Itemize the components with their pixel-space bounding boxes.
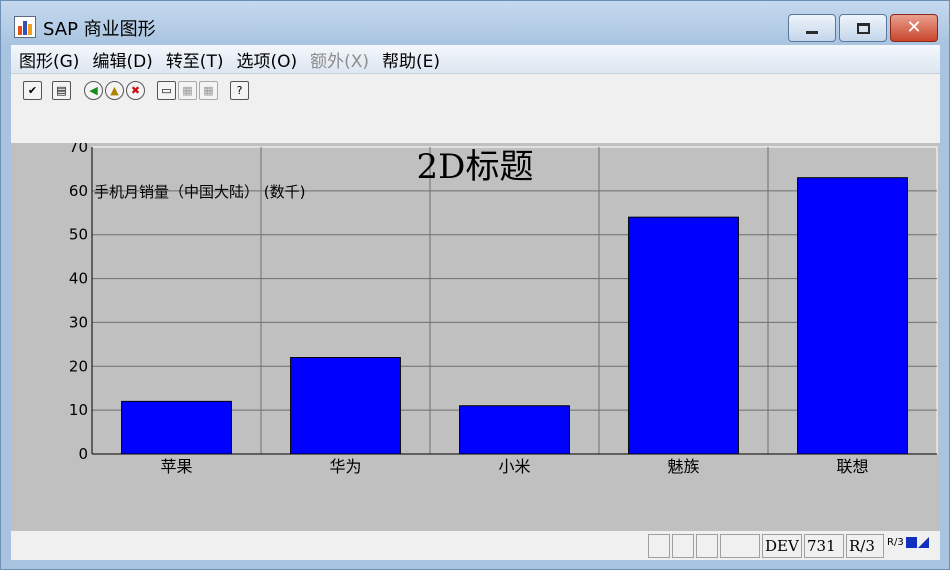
y-tick-label: 40: [69, 270, 88, 288]
bar: [121, 400, 232, 455]
x-category-label: 小米: [498, 457, 530, 476]
y-tick-label: 50: [69, 226, 88, 244]
status-bar: DEV 731 R/3 R/3: [11, 531, 940, 560]
status-field-4: [720, 534, 760, 558]
x-category-label: 华为: [329, 457, 361, 476]
back-icon: ◀: [89, 84, 98, 97]
x-category-label: 联想: [836, 457, 868, 476]
find-next-button[interactable]: ▦: [199, 81, 218, 100]
menu-item-0[interactable]: 图形(G): [19, 47, 79, 72]
status-logo-text: R/3: [887, 537, 904, 548]
menu-item-3[interactable]: 选项(O): [236, 47, 297, 72]
logo-triangle-icon: [917, 537, 929, 548]
title-bar[interactable]: SAP 商业图形 ✕: [1, 1, 949, 45]
find-icon: ▦: [182, 84, 193, 97]
menu-item-5[interactable]: 帮助(E): [382, 47, 440, 72]
bar: [290, 357, 401, 455]
x-category-label: 魅族: [667, 457, 699, 476]
logo-square-icon: [905, 537, 917, 548]
application-toolbar: ✔ ▤ ◀ ▲ ✖ ▭ ▦ ▦?: [11, 74, 940, 144]
y-tick-label: 10: [69, 401, 88, 419]
close-icon: ✕: [906, 17, 922, 38]
maximize-icon: [856, 22, 870, 34]
y-tick-label: 0: [78, 445, 88, 463]
bar: [628, 216, 739, 455]
status-field-1: [648, 534, 670, 558]
cancel-button[interactable]: ✖: [126, 81, 145, 100]
bar: [797, 177, 908, 455]
chart-area: 0 10 20 30 40 50 60 70 苹果 华为 小米 魅族 联想 2D标题手机月销量（中国大陆）…: [11, 143, 940, 531]
status-system: DEV: [762, 534, 802, 558]
status-client: 731: [804, 534, 844, 558]
maximize-button[interactable]: [839, 14, 887, 42]
save-icon: ▤: [56, 84, 67, 97]
exit-icon: ▲: [110, 84, 119, 97]
y-tick-label: 60: [69, 182, 88, 200]
print-icon: ▭: [161, 84, 172, 97]
menu-item-1[interactable]: 编辑(D): [92, 47, 152, 72]
y-tick-label: 20: [69, 357, 88, 375]
sap-window: SAP 商业图形 ✕ 图形(G) 编辑(D) 转至(T) 选项(O) 额外(X) 帮助(E…: [0, 0, 950, 570]
find-next-icon: ▦: [203, 84, 214, 97]
y-tick-label: 30: [69, 313, 88, 331]
check-button[interactable]: ✔: [23, 81, 42, 100]
help-button[interactable]: ?: [230, 81, 249, 100]
app-chart-icon: [14, 16, 36, 38]
bar: [459, 405, 570, 455]
status-field-3: [696, 534, 718, 558]
y-axis-label: 手机月销量（中国大陆） (数千): [94, 183, 305, 201]
close-button[interactable]: ✕: [890, 14, 938, 42]
back-button[interactable]: ◀: [84, 81, 103, 100]
bar-chart: 0 10 20 30 40 50 60 70 苹果 华为 小米 魅族 联想 2D标题手机月销量（中国大陆）…: [69, 143, 938, 476]
status-release: R/3: [846, 534, 884, 558]
exit-button[interactable]: ▲: [105, 81, 124, 100]
save-button[interactable]: ▤: [52, 81, 71, 100]
print-button[interactable]: ▭: [157, 81, 176, 100]
sap-status-logo: R/3: [887, 537, 929, 548]
cancel-icon: ✖: [130, 84, 141, 97]
menu-bar: 图形(G) 编辑(D) 转至(T) 选项(O) 额外(X) 帮助(E): [11, 45, 940, 74]
chart-title: 2D标题: [417, 147, 534, 187]
y-tick-label: 70: [69, 143, 88, 156]
help-icon: ?: [236, 84, 243, 97]
window-title: SAP 商业图形: [43, 19, 156, 40]
minimize-button[interactable]: [788, 14, 836, 42]
minimize-icon: [806, 30, 818, 34]
x-category-label: 苹果: [160, 457, 192, 476]
client-area: 图形(G) 编辑(D) 转至(T) 选项(O) 额外(X) 帮助(E) ✔ ▤ ◀ ▲ ✖ ▭ ▦ ▦?…: [11, 45, 940, 560]
check-icon: ✔: [27, 84, 38, 97]
menu-item-4[interactable]: 额外(X): [310, 47, 369, 72]
menu-item-2[interactable]: 转至(T): [166, 47, 224, 72]
find-button[interactable]: ▦: [178, 81, 197, 100]
status-field-2: [672, 534, 694, 558]
